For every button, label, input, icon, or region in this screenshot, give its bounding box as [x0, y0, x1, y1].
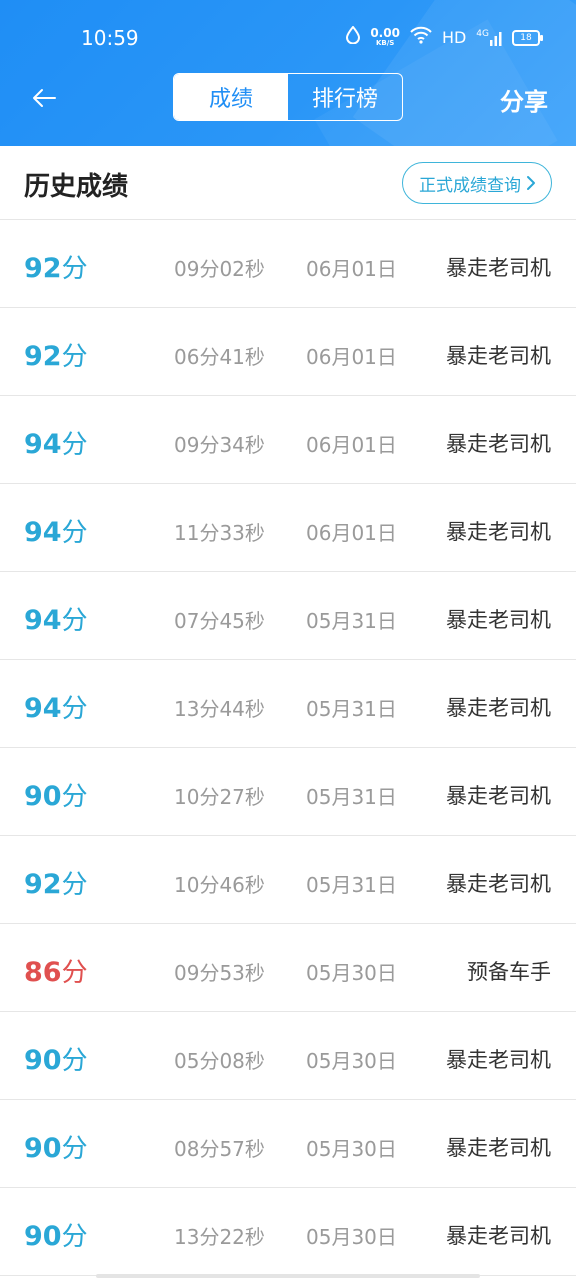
exam-duration: 09分34秒 [174, 433, 265, 457]
home-indicator [96, 1274, 480, 1278]
status-icons: 0.00 KB/S HD 4G 18 [346, 25, 543, 49]
list-item[interactable]: 92分 09分02秒 06月01日 暴走老司机 [0, 220, 576, 308]
score-value: 92分 [24, 869, 88, 900]
score-value: 94分 [24, 429, 88, 460]
rank-title: 暴走老司机 [446, 784, 551, 808]
chevron-right-icon [527, 176, 535, 190]
status-bar: 10:59 0.00 KB/S HD 4G 18 [0, 22, 576, 56]
rank-title: 暴走老司机 [446, 696, 551, 720]
list-item[interactable]: 90分 10分27秒 05月31日 暴走老司机 [0, 748, 576, 836]
score-value: 94分 [24, 517, 88, 548]
score-value: 94分 [24, 693, 88, 724]
score-value: 90分 [24, 1133, 88, 1164]
exam-date: 05月30日 [306, 1137, 397, 1161]
exam-duration: 05分08秒 [174, 1049, 265, 1073]
rank-title: 暴走老司机 [446, 1136, 551, 1160]
app-header: 10:59 0.00 KB/S HD 4G 18 成绩 排行榜 分享 [0, 0, 576, 146]
list-item[interactable]: 90分 13分22秒 05月30日 暴走老司机 [0, 1188, 576, 1276]
score-value: 90分 [24, 1045, 88, 1076]
list-item[interactable]: 90分 08分57秒 05月30日 暴走老司机 [0, 1100, 576, 1188]
exam-date: 06月01日 [306, 345, 397, 369]
exam-date: 06月01日 [306, 521, 397, 545]
exam-date: 05月31日 [306, 697, 397, 721]
exam-duration: 13分22秒 [174, 1225, 265, 1249]
hd-indicator: HD [441, 28, 467, 47]
exam-duration: 11分33秒 [174, 521, 265, 545]
score-value: 94分 [24, 605, 88, 636]
rank-title: 暴走老司机 [446, 256, 551, 280]
tab-ranking[interactable]: 排行榜 [288, 74, 402, 120]
score-history-list: 92分 09分02秒 06月01日 暴走老司机 92分 06分41秒 06月01日 暴走老司机… [0, 220, 576, 1276]
share-button[interactable]: 分享 [500, 82, 548, 117]
exam-duration: 09分53秒 [174, 961, 265, 985]
list-item[interactable]: 94分 11分33秒 06月01日 暴走老司机 [0, 484, 576, 572]
list-item[interactable]: 94分 07分45秒 05月31日 暴走老司机 [0, 572, 576, 660]
rank-title: 暴走老司机 [446, 872, 551, 896]
history-section-header: 历史成绩 正式成绩查询 [0, 146, 576, 220]
exam-duration: 10分27秒 [174, 785, 265, 809]
score-value: 86分 [24, 957, 88, 988]
score-value: 92分 [24, 253, 88, 284]
section-title: 历史成绩 [24, 172, 129, 202]
exam-date: 05月31日 [306, 785, 397, 809]
score-value: 92分 [24, 341, 88, 372]
exam-duration: 10分46秒 [174, 873, 265, 897]
rank-title: 暴走老司机 [446, 1224, 551, 1248]
back-button[interactable] [24, 80, 64, 116]
tab-scores[interactable]: 成绩 [174, 74, 288, 120]
list-item[interactable]: 92分 10分46秒 05月31日 暴走老司机 [0, 836, 576, 924]
exam-duration: 06分41秒 [174, 345, 265, 369]
exam-date: 05月30日 [306, 1049, 397, 1073]
status-time: 10:59 [81, 26, 139, 50]
rank-title: 暴走老司机 [446, 1048, 551, 1072]
official-score-query-button[interactable]: 正式成绩查询 [402, 162, 552, 204]
exam-date: 05月30日 [306, 961, 397, 985]
exam-date: 06月01日 [306, 257, 397, 281]
exam-duration: 08分57秒 [174, 1137, 265, 1161]
rank-title: 暴走老司机 [446, 432, 551, 456]
rank-title: 预备车手 [467, 960, 551, 984]
battery-icon: 18 [512, 29, 543, 46]
rank-title: 暴走老司机 [446, 520, 551, 544]
score-value: 90分 [24, 1221, 88, 1252]
query-button-label: 正式成绩查询 [419, 175, 521, 196]
wifi-icon [410, 26, 432, 49]
exam-date: 05月31日 [306, 609, 397, 633]
list-item[interactable]: 86分 09分53秒 05月30日 预备车手 [0, 924, 576, 1012]
list-item[interactable]: 92分 06分41秒 06月01日 暴走老司机 [0, 308, 576, 396]
score-value: 90分 [24, 781, 88, 812]
back-arrow-icon [33, 89, 56, 107]
exam-duration: 09分02秒 [174, 257, 265, 281]
tab-switcher: 成绩 排行榜 [173, 73, 403, 121]
list-item[interactable]: 94分 09分34秒 06月01日 暴走老司机 [0, 396, 576, 484]
exam-date: 06月01日 [306, 433, 397, 457]
net-speed: 0.00 KB/S [370, 25, 400, 47]
data-saver-icon [346, 25, 361, 49]
list-item[interactable]: 90分 05分08秒 05月30日 暴走老司机 [0, 1012, 576, 1100]
signal-icon: 4G [476, 29, 502, 46]
exam-duration: 07分45秒 [174, 609, 265, 633]
exam-duration: 13分44秒 [174, 697, 265, 721]
exam-date: 05月30日 [306, 1225, 397, 1249]
rank-title: 暴走老司机 [446, 344, 551, 368]
rank-title: 暴走老司机 [446, 608, 551, 632]
exam-date: 05月31日 [306, 873, 397, 897]
list-item[interactable]: 94分 13分44秒 05月31日 暴走老司机 [0, 660, 576, 748]
